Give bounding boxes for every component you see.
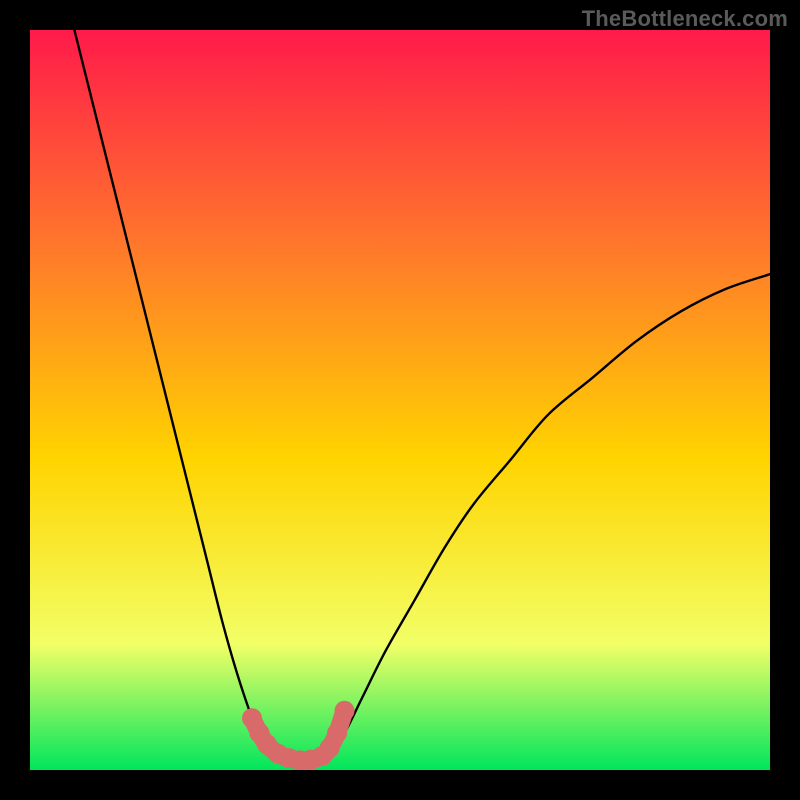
watermark-text: TheBottleneck.com (582, 6, 788, 32)
outer-frame: TheBottleneck.com (0, 0, 800, 800)
plot-area (30, 30, 770, 770)
valley-marker-dot (327, 723, 347, 743)
valley-marker-dot (335, 701, 355, 721)
chart-svg (30, 30, 770, 770)
gradient-background (30, 30, 770, 770)
